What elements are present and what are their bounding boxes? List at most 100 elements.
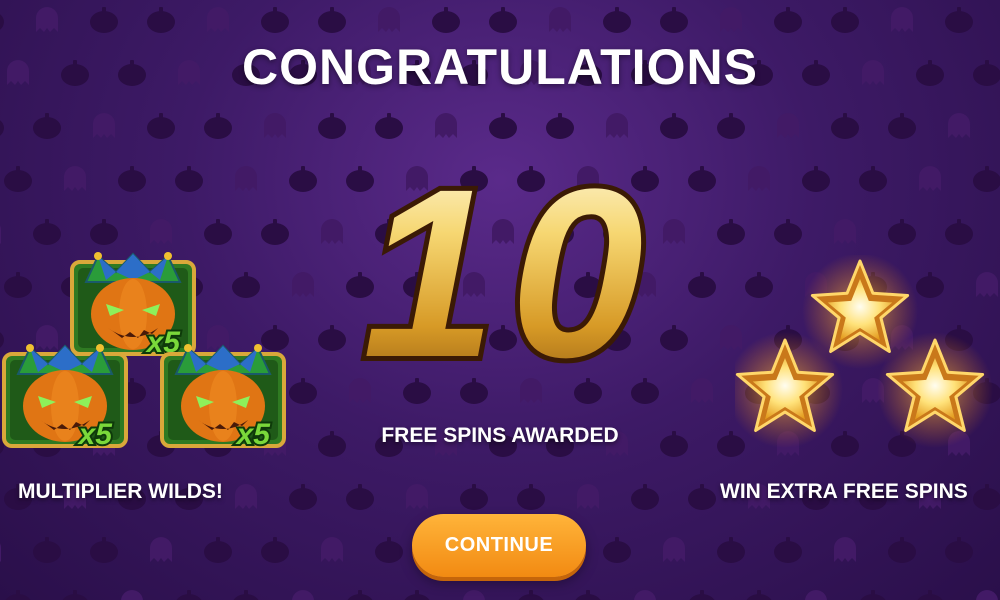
pumpkin-icon xyxy=(375,113,403,139)
pumpkin-icon xyxy=(859,590,887,600)
pumpkin-icon xyxy=(945,219,973,245)
pumpkin-icon xyxy=(175,166,203,192)
ghost-icon xyxy=(948,113,970,138)
ghost-icon xyxy=(349,378,371,403)
congratulations-title: CONGRATULATIONS xyxy=(242,39,758,95)
pumpkin-icon xyxy=(717,537,745,563)
ghost-icon xyxy=(834,537,856,562)
pumpkin-icon xyxy=(517,484,545,510)
extra-free-spins-stars-art xyxy=(735,255,993,448)
win-extra-free-spins-label: WIN EXTRA FREE SPINS xyxy=(720,480,968,503)
ghost-icon xyxy=(834,219,856,244)
pumpkin-icon xyxy=(631,484,659,510)
pumpkin-icon xyxy=(346,484,374,510)
pumpkin-icon xyxy=(574,590,602,600)
pumpkin-icon xyxy=(945,7,973,33)
pumpkin-icon xyxy=(0,113,4,139)
pumpkin-icon xyxy=(688,272,716,298)
ghost-icon xyxy=(463,590,485,600)
pumpkin-icon xyxy=(118,166,146,192)
pumpkin-icon xyxy=(717,219,745,245)
multiplier-value: x5 xyxy=(77,418,114,450)
pumpkin-icon xyxy=(33,537,61,563)
pumpkin-icon xyxy=(261,7,289,33)
ghost-icon xyxy=(378,7,400,32)
pumpkin-icon xyxy=(289,166,317,192)
pumpkin-icon xyxy=(546,113,574,139)
pumpkin-icon xyxy=(517,590,545,600)
pumpkin-icon xyxy=(204,537,232,563)
ghost-icon xyxy=(150,537,172,562)
pumpkin-icon xyxy=(261,219,289,245)
free-spins-count: 10 xyxy=(358,158,649,378)
ghost-icon xyxy=(777,113,799,138)
ghost-icon xyxy=(663,537,685,562)
pumpkin-icon xyxy=(175,590,203,600)
pumpkin-icon xyxy=(888,219,916,245)
pumpkin-icon xyxy=(489,7,517,33)
ghost-icon xyxy=(805,590,827,600)
pumpkin-icon xyxy=(318,113,346,139)
ghost-icon xyxy=(0,537,1,562)
pumpkin-icon xyxy=(631,378,659,404)
ghost-icon xyxy=(634,590,656,600)
ghost-icon xyxy=(577,484,599,509)
ghost-icon xyxy=(606,113,628,138)
ghost-icon xyxy=(406,484,428,509)
multiplier-wild-tile: x5 xyxy=(2,344,128,450)
ghost-icon xyxy=(435,113,457,138)
pumpkin-icon xyxy=(61,590,89,600)
ghost-icon xyxy=(64,166,86,191)
pumpkin-icon xyxy=(489,113,517,139)
multiplier-value: x5 xyxy=(235,418,272,450)
pumpkin-icon xyxy=(147,7,175,33)
pumpkin-icon xyxy=(888,113,916,139)
ghost-icon xyxy=(520,378,542,403)
pumpkin-icon xyxy=(33,113,61,139)
ghost-icon xyxy=(93,113,115,138)
pumpkin-icon xyxy=(603,7,631,33)
ghost-icon xyxy=(207,7,229,32)
ghost-icon xyxy=(691,378,713,403)
pumpkin-icon xyxy=(403,590,431,600)
ghost-icon xyxy=(292,590,314,600)
pumpkin-icon xyxy=(831,7,859,33)
pumpkin-icon xyxy=(460,484,488,510)
pumpkin-icon xyxy=(916,590,944,600)
pumpkin-icon xyxy=(973,484,1000,510)
continue-button[interactable]: CONTINUE xyxy=(412,514,586,577)
ghost-icon xyxy=(235,166,257,191)
gold-star-icon xyxy=(877,332,993,448)
pumpkin-icon xyxy=(4,166,32,192)
pumpkin-icon xyxy=(232,590,260,600)
ghost-icon xyxy=(264,113,286,138)
continue-button-label: CONTINUE xyxy=(444,534,554,556)
pumpkin-icon xyxy=(945,537,973,563)
pumpkin-icon xyxy=(33,219,61,245)
pumpkin-icon xyxy=(574,378,602,404)
ghost-icon xyxy=(321,537,343,562)
multiplier-wild-tile: x5 xyxy=(160,344,286,450)
pumpkin-icon xyxy=(90,7,118,33)
pumpkin-icon xyxy=(204,219,232,245)
pumpkin-icon xyxy=(289,378,317,404)
pumpkin-icon xyxy=(375,537,403,563)
free-spins-award-screen: CONGRATULATIONS 10 FREE SPINS AWARDED x5… xyxy=(0,0,1000,600)
ghost-icon xyxy=(549,7,571,32)
multiplier-wild-tile: x5 xyxy=(70,252,196,358)
pumpkin-icon xyxy=(90,219,118,245)
pumpkin-icon xyxy=(204,113,232,139)
ghost-icon xyxy=(976,590,998,600)
pumpkin-icon xyxy=(318,7,346,33)
ghost-icon xyxy=(0,219,1,244)
pumpkin-icon xyxy=(432,7,460,33)
pumpkin-icon xyxy=(660,7,688,33)
pumpkin-icon xyxy=(147,113,175,139)
pumpkin-icon xyxy=(688,166,716,192)
ghost-icon xyxy=(121,590,143,600)
pumpkin-icon xyxy=(261,537,289,563)
ghost-icon xyxy=(720,7,742,32)
pumpkin-icon xyxy=(774,7,802,33)
pumpkin-icon xyxy=(859,166,887,192)
pumpkin-icon xyxy=(403,378,431,404)
